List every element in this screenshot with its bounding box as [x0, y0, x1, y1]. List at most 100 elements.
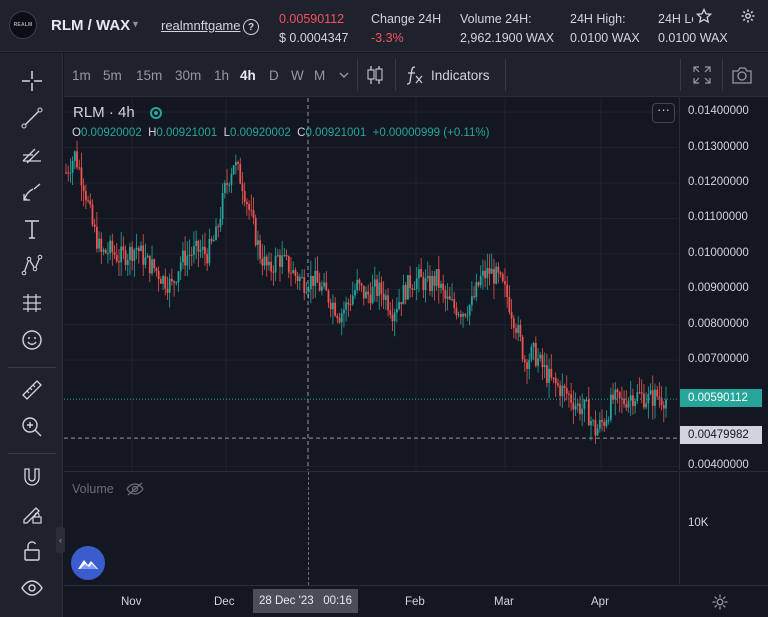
candle-body: [199, 250, 202, 252]
timeframe-m[interactable]: M: [314, 68, 325, 83]
candle-body: [519, 325, 522, 337]
timeframe-w[interactable]: W: [291, 68, 304, 83]
visibility-eye-icon[interactable]: [20, 576, 44, 600]
volume-axis: 10K: [679, 471, 768, 584]
prediction-tool-icon[interactable]: [20, 291, 44, 315]
timeframe-30m[interactable]: 30m: [175, 68, 201, 83]
settings-gear-icon[interactable]: [737, 6, 759, 26]
pair-selector[interactable]: RLM / WAX: [51, 17, 130, 34]
candle-body: [413, 289, 416, 291]
candle-body: [208, 239, 211, 264]
fullscreen-icon[interactable]: [692, 65, 712, 85]
help-icon[interactable]: ?: [243, 19, 259, 35]
candle-body: [276, 255, 279, 257]
text-tool-icon[interactable]: [20, 217, 44, 241]
candle-body: [371, 286, 374, 304]
fib-tool-icon[interactable]: [20, 143, 44, 167]
candle-body: [477, 282, 480, 286]
candle-body: [166, 288, 169, 293]
candle-body: [404, 285, 407, 300]
candle-body: [609, 394, 612, 420]
candle-body: [479, 275, 482, 286]
candle-body: [658, 396, 661, 399]
tradingview-logo[interactable]: [71, 546, 105, 580]
toolbar-divider: [680, 59, 681, 91]
time-settings-gear-icon[interactable]: [711, 593, 729, 611]
star-icon[interactable]: [693, 6, 715, 26]
candle-body: [338, 318, 341, 323]
brush-icon[interactable]: [20, 180, 44, 204]
candle-body: [296, 275, 299, 281]
candle-body: [365, 291, 367, 299]
candle-body: [435, 269, 438, 286]
candle-body: [153, 259, 156, 269]
candle-body: [159, 279, 162, 284]
candle-body: [223, 183, 226, 193]
crosshair-icon[interactable]: [20, 69, 44, 93]
candle-body: [126, 259, 129, 265]
candle-body: [486, 268, 489, 279]
candle-body: [170, 278, 173, 282]
candle-body: [596, 428, 599, 436]
candle-body: [373, 279, 376, 287]
lock-drawings-icon[interactable]: [20, 502, 44, 526]
collapse-toolbar-icon[interactable]: ‹: [56, 527, 65, 553]
project-link[interactable]: realmnftgame: [161, 18, 240, 33]
candle-body: [102, 249, 105, 252]
candle-type-icon[interactable]: [364, 63, 386, 87]
price-tick: 0.01200000: [688, 176, 749, 189]
chevron-down-icon[interactable]: ▼: [131, 19, 140, 29]
candle-body: [212, 240, 215, 242]
candle-body: [91, 204, 94, 225]
timeframe-1h[interactable]: 1h: [214, 68, 229, 83]
candle-body: [142, 245, 145, 265]
candle-body: [287, 256, 290, 273]
candle-body: [232, 165, 235, 175]
time-axis[interactable]: Nov Dec Feb Mar Apr 28 Dec '23 00:16: [64, 585, 768, 617]
candle-body: [100, 238, 103, 252]
price-axis[interactable]: 0.01400000 0.01300000 0.01200000 0.01100000…: [679, 98, 768, 471]
eye-hidden-icon[interactable]: [126, 481, 144, 497]
candle-body: [493, 268, 495, 284]
change-label: Change 24H: [371, 12, 442, 26]
candle-body: [654, 389, 656, 406]
timeframe-15m[interactable]: 15m: [136, 68, 162, 83]
candle-body: [358, 279, 361, 284]
candle-body: [210, 239, 213, 242]
candle-body: [336, 315, 339, 319]
candle-body: [316, 270, 319, 283]
indicators-button[interactable]: Indicators: [431, 68, 490, 83]
volume-pane[interactable]: Volume: [64, 471, 678, 585]
unlock-icon[interactable]: [20, 539, 44, 563]
magnet-icon[interactable]: [20, 465, 44, 489]
ruler-icon[interactable]: [20, 378, 44, 402]
candle-body: [182, 250, 184, 263]
candle-body: [67, 172, 70, 174]
more-options-button[interactable]: ···: [652, 103, 675, 123]
candle-body: [113, 252, 116, 255]
camera-snapshot-icon[interactable]: [731, 65, 753, 85]
candle-body: [550, 368, 553, 378]
zoom-in-icon[interactable]: [20, 415, 44, 439]
candle-body: [80, 167, 83, 186]
timeframe-d[interactable]: D: [269, 68, 279, 83]
timeframe-4h[interactable]: 4h: [240, 68, 256, 83]
candle-body: [140, 245, 142, 252]
candle-body: [433, 275, 436, 286]
trend-line-icon[interactable]: [20, 106, 44, 130]
candle-body: [73, 151, 76, 162]
pattern-tool-icon[interactable]: [20, 254, 44, 278]
candle-body: [431, 275, 434, 291]
high-stat: 24H High: 0.0100 WAX: [570, 10, 640, 48]
candle-body: [623, 398, 625, 405]
candle-body: [237, 161, 239, 164]
chevron-down-icon[interactable]: [338, 70, 350, 80]
emoji-icon[interactable]: [20, 328, 44, 352]
candle-body: [574, 405, 577, 410]
indicators-fx-icon[interactable]: [405, 65, 425, 85]
price-chart[interactable]: [64, 98, 678, 470]
timeframe-1m[interactable]: 1m: [72, 68, 91, 83]
candle-body: [226, 183, 228, 185]
candle-body: [252, 210, 255, 218]
timeframe-5m[interactable]: 5m: [103, 68, 122, 83]
